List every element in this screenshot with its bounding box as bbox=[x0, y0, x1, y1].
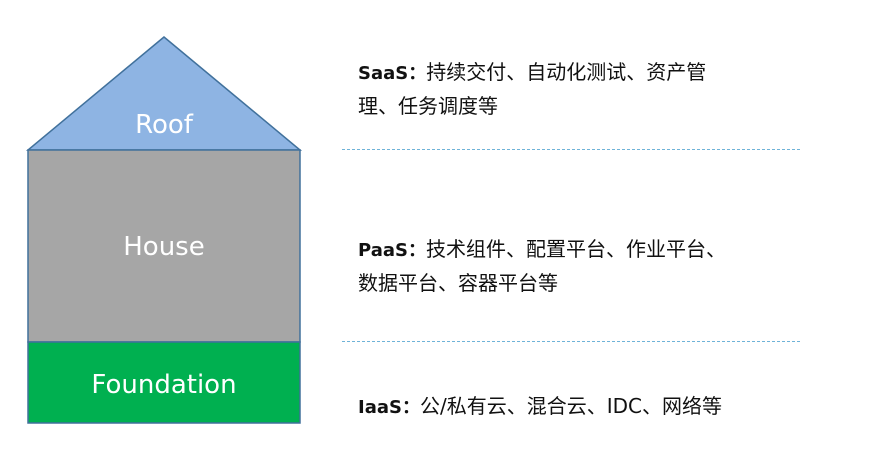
paas-tier-label: PaaS： bbox=[358, 240, 426, 261]
foundation-label: Foundation bbox=[91, 370, 237, 400]
saas-text-1: 持续交付、自动化测试、资产管 bbox=[426, 60, 707, 84]
divider-paas-iaas bbox=[342, 341, 800, 342]
roof-label: Roof bbox=[135, 110, 193, 140]
paas-line-1: PaaS：技术组件、配置平台、作业平台、 bbox=[358, 233, 726, 267]
iaas-line-1: IaaS：公/私有云、混合云、IDC、网络等 bbox=[358, 390, 722, 424]
paas-description: PaaS：技术组件、配置平台、作业平台、 数据平台、容器平台等 bbox=[358, 233, 726, 299]
saas-tier-label: SaaS： bbox=[358, 63, 427, 84]
saas-description: SaaS：持续交付、自动化测试、资产管 理、任务调度等 bbox=[358, 56, 706, 122]
iaas-text-1: 公/私有云、混合云、IDC、网络等 bbox=[419, 394, 722, 418]
saas-line-2: 理、任务调度等 bbox=[358, 94, 498, 118]
house-label: House bbox=[123, 232, 205, 262]
iaas-tier-label: IaaS： bbox=[358, 397, 420, 418]
paas-line-2: 数据平台、容器平台等 bbox=[358, 271, 558, 295]
paas-text-1: 技术组件、配置平台、作业平台、 bbox=[425, 237, 726, 261]
divider-saas-paas bbox=[342, 149, 800, 150]
saas-line-1: SaaS：持续交付、自动化测试、资产管 bbox=[358, 56, 706, 90]
iaas-description: IaaS：公/私有云、混合云、IDC、网络等 bbox=[358, 390, 722, 424]
